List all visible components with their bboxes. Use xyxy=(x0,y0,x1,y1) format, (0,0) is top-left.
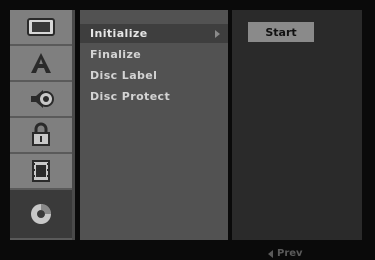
sidebar-item-display[interactable] xyxy=(10,10,72,46)
settings-sidebar xyxy=(10,10,75,240)
menu-item-disc-label[interactable]: Disc Label xyxy=(80,66,228,85)
menu-item-disc-protect[interactable]: Disc Protect xyxy=(80,87,228,106)
menu-item-label: Finalize xyxy=(90,48,142,61)
disc-icon xyxy=(28,201,54,227)
sidebar-item-recording[interactable] xyxy=(10,154,72,190)
chevron-left-icon xyxy=(268,249,273,258)
speaker-icon xyxy=(27,87,55,111)
sidebar-item-language[interactable] xyxy=(10,46,72,82)
menu-item-initialize[interactable]: Initialize xyxy=(80,24,228,43)
disc-menu: Initialize Finalize Disc Label Disc Prot… xyxy=(80,10,228,240)
prev-button[interactable]: Prev xyxy=(268,248,303,259)
option-panel: Start xyxy=(232,10,362,240)
menu-item-label: Initialize xyxy=(90,27,148,40)
letter-a-icon xyxy=(28,50,54,76)
sidebar-item-audio[interactable] xyxy=(10,82,72,118)
prev-label: Prev xyxy=(277,248,303,259)
menu-item-label: Disc Protect xyxy=(90,90,171,103)
tv-screen-icon xyxy=(26,17,56,37)
sidebar-item-lock[interactable] xyxy=(10,118,72,154)
sidebar-item-disc[interactable] xyxy=(10,190,72,240)
chevron-right-icon xyxy=(215,30,220,38)
footer-bar xyxy=(0,245,375,260)
lock-icon xyxy=(30,122,52,148)
start-button[interactable]: Start xyxy=(248,22,314,42)
film-icon xyxy=(30,159,52,183)
menu-item-finalize[interactable]: Finalize xyxy=(80,45,228,64)
menu-item-label: Disc Label xyxy=(90,69,158,82)
